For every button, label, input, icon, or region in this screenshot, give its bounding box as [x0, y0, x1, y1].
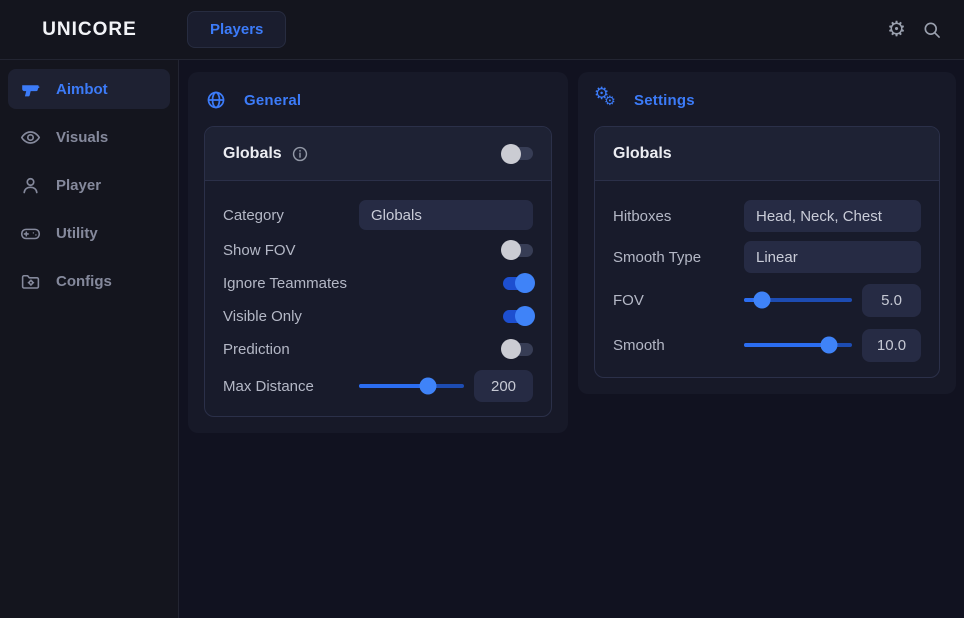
- hitboxes-row: Hitboxes: [613, 200, 921, 232]
- hitboxes-input[interactable]: [744, 200, 921, 232]
- panel-general: General Globals: [188, 72, 568, 433]
- settings-globals-card: Globals Hitboxes Smooth Type FOV: [594, 126, 940, 378]
- app-logo: UNICORE: [42, 19, 137, 40]
- category-input[interactable]: [359, 200, 533, 230]
- settings-gear-icon[interactable]: ⚙︎: [887, 19, 906, 40]
- topbar-icons: ⚙︎: [887, 19, 964, 40]
- sidebar: Aimbot Visuals Player: [0, 60, 179, 618]
- fov-row: FOV 5.0: [613, 282, 921, 318]
- smooth-type-input[interactable]: [744, 241, 921, 273]
- panel-title: General: [244, 92, 301, 109]
- smooth-slider-wrap: 10.0: [744, 329, 921, 362]
- logo-wrap: UNICORE: [0, 19, 179, 41]
- gears-icon: ⚙︎ ⚙︎: [596, 90, 616, 110]
- globals-master-toggle[interactable]: [503, 147, 533, 160]
- topbar: UNICORE Players ⚙︎: [0, 0, 964, 60]
- gear-small-icon: ⚙︎: [604, 93, 616, 109]
- slider-knob[interactable]: [754, 292, 771, 309]
- sidebar-item-label: Aimbot: [56, 81, 108, 98]
- sidebar-item-utility[interactable]: Utility: [8, 213, 170, 253]
- row-label: Smooth Type: [613, 249, 701, 266]
- max-distance-row: Max Distance 200: [223, 370, 533, 402]
- card-title: Globals: [223, 145, 282, 163]
- globe-icon: [206, 90, 226, 110]
- row-label: Ignore Teammates: [223, 275, 347, 292]
- eye-icon: [20, 127, 41, 148]
- toggle-knob: [501, 144, 521, 164]
- settings-panel-header: ⚙︎ ⚙︎ Settings: [596, 90, 940, 110]
- row-label: Prediction: [223, 341, 290, 358]
- sidebar-item-aimbot[interactable]: Aimbot: [8, 69, 170, 109]
- sidebar-item-configs[interactable]: Configs: [8, 261, 170, 301]
- ignore-teammates-toggle[interactable]: [503, 277, 533, 290]
- smooth-type-row: Smooth Type: [613, 241, 921, 273]
- sidebar-item-label: Visuals: [56, 129, 108, 146]
- show-fov-row: Show FOV: [223, 238, 533, 262]
- row-label: Smooth: [613, 337, 665, 354]
- card-header: Globals: [205, 127, 551, 181]
- prediction-toggle[interactable]: [503, 343, 533, 356]
- max-distance-value[interactable]: 200: [474, 370, 533, 402]
- row-label: Show FOV: [223, 242, 296, 259]
- info-icon[interactable]: [291, 145, 309, 163]
- row-label: Hitboxes: [613, 208, 671, 225]
- toggle-knob: [501, 240, 521, 260]
- card-title: Globals: [613, 145, 672, 163]
- prediction-row: Prediction: [223, 337, 533, 361]
- panel-settings: ⚙︎ ⚙︎ Settings Globals Hitboxes: [578, 72, 956, 394]
- visible-only-toggle[interactable]: [503, 310, 533, 323]
- fov-value[interactable]: 5.0: [862, 284, 921, 317]
- card-body: Category Show FOV Ignore Teammates: [205, 181, 551, 416]
- tab-players[interactable]: Players: [187, 11, 286, 48]
- general-panel-header: General: [206, 90, 552, 110]
- max-distance-slider-wrap: 200: [359, 370, 533, 402]
- body-row: Aimbot Visuals Player: [0, 60, 964, 618]
- pistol-icon: [20, 79, 41, 100]
- sidebar-item-label: Utility: [56, 225, 98, 242]
- slider-knob[interactable]: [420, 378, 437, 395]
- row-label: Visible Only: [223, 308, 302, 325]
- category-row: Category: [223, 200, 533, 230]
- ignore-teammates-row: Ignore Teammates: [223, 271, 533, 295]
- gamepad-icon: [20, 223, 41, 244]
- toggle-knob: [515, 306, 535, 326]
- visible-only-row: Visible Only: [223, 304, 533, 328]
- slider-fill: [744, 343, 829, 347]
- general-globals-card: Globals Category: [204, 126, 552, 417]
- folder-gear-icon: [20, 271, 41, 292]
- row-label: Category: [223, 207, 284, 224]
- row-label: Max Distance: [223, 378, 314, 395]
- card-header: Globals: [595, 127, 939, 181]
- fov-slider-wrap: 5.0: [744, 284, 921, 317]
- sidebar-item-visuals[interactable]: Visuals: [8, 117, 170, 157]
- max-distance-slider[interactable]: [359, 384, 464, 388]
- sidebar-item-label: Player: [56, 177, 101, 194]
- sidebar-item-player[interactable]: Player: [8, 165, 170, 205]
- sidebar-item-label: Configs: [56, 273, 112, 290]
- card-body: Hitboxes Smooth Type FOV: [595, 181, 939, 377]
- smooth-row: Smooth 10.0: [613, 327, 921, 363]
- fov-slider[interactable]: [744, 298, 852, 302]
- content: General Globals: [179, 60, 964, 618]
- row-label: FOV: [613, 292, 644, 309]
- search-icon[interactable]: [922, 20, 942, 40]
- app-window: UNICORE Players ⚙︎ Aimbot: [0, 0, 964, 618]
- smooth-value[interactable]: 10.0: [862, 329, 921, 362]
- smooth-slider[interactable]: [744, 343, 852, 347]
- show-fov-toggle[interactable]: [503, 244, 533, 257]
- toggle-knob: [515, 273, 535, 293]
- person-icon: [20, 175, 41, 196]
- panel-title: Settings: [634, 92, 695, 109]
- toggle-knob: [501, 339, 521, 359]
- slider-knob[interactable]: [821, 337, 838, 354]
- slider-fill: [359, 384, 428, 388]
